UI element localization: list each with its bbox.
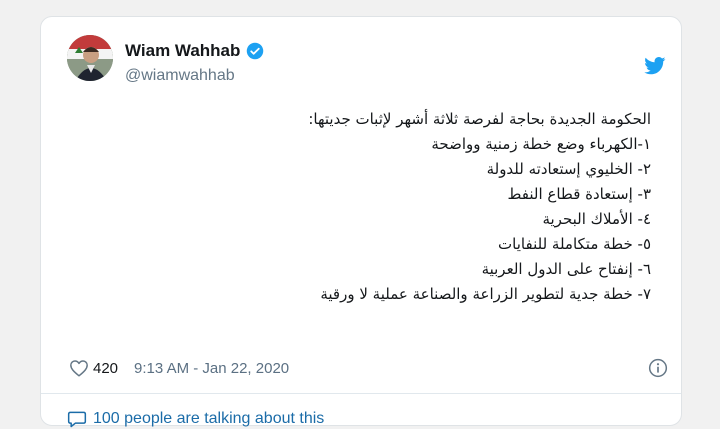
avatar[interactable] (67, 35, 113, 81)
conversation-link[interactable]: 100 people are talking about this (67, 409, 324, 429)
tweet-timestamp[interactable]: 9:13 AM - Jan 22, 2020 (134, 360, 289, 377)
tweet-text: الحكومة الجديدة بحاجة لفرصة ثلاثة أشهر ل… (231, 107, 651, 307)
tweet-line: ٦- إنفتاح على الدول العربية (481, 260, 651, 278)
tweet-card: Wiam Wahhab @wiamwahhab الحكومة الجديدة … (40, 16, 682, 429)
tweet-line: الحكومة الجديدة بحاجة لفرصة ثلاثة أشهر ل… (308, 110, 651, 128)
tweet-meta: 420 9:13 AM - Jan 22, 2020 (69, 359, 289, 377)
tweet-line: ١-الكهرباء وضع خطة زمنية وواضحة (431, 135, 651, 153)
tweet-line: ٤- الأملاك البحرية (542, 210, 651, 228)
tweet-line: ٣- إستعادة قطاع النفط (507, 185, 651, 203)
tweet-line: ٧- خطة جدية لتطوير الزراعة والصناعة عملي… (320, 285, 651, 303)
like-button[interactable]: 420 (69, 359, 118, 377)
twitter-bird-icon[interactable] (644, 57, 666, 75)
speech-bubble-icon (67, 409, 87, 429)
divider (41, 393, 681, 394)
verified-badge-icon (246, 42, 264, 60)
author-name[interactable]: Wiam Wahhab (125, 41, 240, 61)
tweet-line: ٥- خطة متكاملة للنفايات (498, 235, 651, 253)
tweet-line: ٢- الخليوي إستعادته للدولة (486, 160, 651, 178)
author-handle[interactable]: @wiamwahhab (125, 67, 235, 85)
like-count: 420 (93, 359, 119, 377)
heart-icon (69, 359, 89, 377)
author-row: Wiam Wahhab (125, 41, 264, 61)
info-icon[interactable] (648, 358, 668, 378)
conversation-label: 100 people are talking about this (93, 410, 325, 427)
